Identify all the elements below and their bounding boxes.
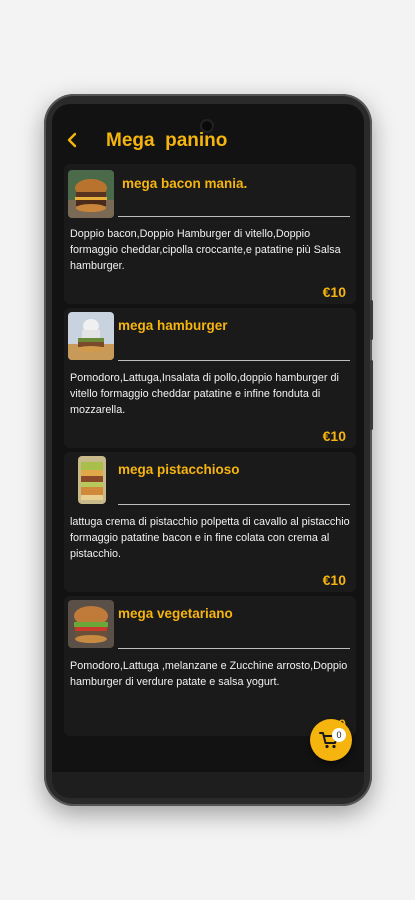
item-description: Pomodoro,Lattuga ,melanzane e Zucchine a…	[70, 660, 348, 688]
page-title: Mega panino	[106, 130, 228, 151]
app-bar: Mega panino	[52, 104, 364, 172]
cart-button[interactable]: 0	[310, 719, 352, 761]
item-description: Pomodoro,Lattuga,Insalata di pollo,doppi…	[70, 372, 339, 416]
burger-photo	[68, 600, 114, 648]
power-button	[370, 300, 373, 340]
divider	[118, 216, 350, 217]
menu-item-card[interactable]: mega hamburger Pomodoro,Lattuga,Insalata…	[64, 308, 356, 448]
bottom-bezel	[52, 772, 364, 798]
front-camera	[202, 121, 212, 131]
menu-item-card[interactable]: mega pistacchioso lattuga crema di pista…	[64, 452, 356, 592]
app-screen: Mega panino mega bacon mania. Doppio bac…	[52, 104, 364, 772]
burger-photo	[78, 456, 106, 504]
item-price: €10	[322, 284, 346, 300]
burger-photo	[68, 170, 114, 218]
item-name: mega vegetariano	[118, 606, 233, 621]
chevron-left-icon[interactable]	[66, 132, 80, 148]
item-name: mega hamburger	[118, 318, 228, 333]
volume-button	[370, 360, 373, 430]
item-price: €10	[322, 572, 346, 588]
item-price: €10	[322, 428, 346, 444]
menu-item-card[interactable]: mega vegetariano Pomodoro,Lattuga ,melan…	[64, 596, 356, 736]
cart-count-badge: 0	[332, 728, 346, 742]
item-name: mega bacon mania.	[122, 176, 248, 191]
item-name: mega pistacchioso	[118, 462, 240, 477]
item-description: lattuga crema di pistacchio polpetta di …	[70, 516, 350, 560]
divider	[118, 504, 350, 505]
divider	[118, 648, 350, 649]
burger-photo	[68, 312, 114, 360]
item-description: Doppio bacon,Doppio Hamburger di vitello…	[70, 228, 341, 272]
divider	[118, 360, 350, 361]
menu-item-card[interactable]: mega bacon mania. Doppio bacon,Doppio Ha…	[64, 164, 356, 304]
